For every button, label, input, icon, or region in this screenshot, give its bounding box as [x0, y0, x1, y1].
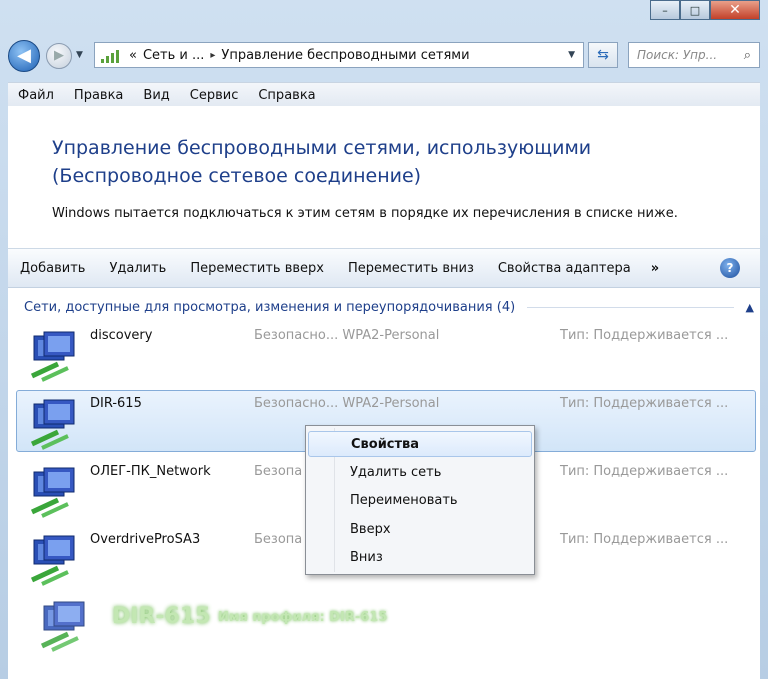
drag-ghost-name: DIR-615 [112, 604, 211, 629]
network-type: Тип: Поддерживается ... [560, 396, 729, 411]
back-button[interactable]: ◀ [8, 40, 40, 72]
breadcrumb-wireless[interactable]: Управление беспроводными сетями [221, 48, 469, 63]
recent-pages-dropdown-icon[interactable]: ▼ [76, 50, 83, 60]
wireless-network-icon [30, 467, 75, 518]
drag-ghost-item: DIR-615 Имя профиля: DIR-615 [8, 594, 760, 662]
caption-buttons: – □ ✕ [650, 0, 760, 22]
minimize-button[interactable]: – [650, 0, 680, 20]
network-security: Безопа [254, 464, 303, 479]
network-security: Безопасно... WPA2-Personal [254, 328, 440, 343]
maximize-button[interactable]: □ [680, 0, 710, 20]
network-security: Безопа [254, 532, 303, 547]
network-name: ОЛЕГ-ПК_Network [90, 464, 211, 479]
breadcrumb-prefix[interactable]: « [129, 48, 137, 63]
network-type: Тип: Поддерживается ... [560, 464, 729, 479]
context-rename[interactable]: Переименовать [308, 488, 532, 514]
page-description: Windows пытается подключаться к этим сет… [52, 206, 678, 221]
menu-edit[interactable]: Правка [64, 88, 133, 103]
wireless-network-icon [40, 601, 85, 652]
navigation-bar: ◀ ▶ ▼ « Сеть и ... ▸ Управление беспрово… [8, 38, 760, 72]
context-properties[interactable]: Свойства [308, 431, 532, 457]
wireless-network-icon [30, 331, 75, 382]
context-menu: Свойства Удалить сеть Переименовать Ввер… [305, 425, 535, 575]
refresh-button[interactable]: ⇆ [588, 42, 618, 68]
network-name: DIR-615 [90, 396, 142, 411]
network-row[interactable]: discovery Безопасно... WPA2-Personal Тип… [8, 320, 760, 388]
wireless-network-icon [30, 399, 75, 450]
context-move-down[interactable]: Вниз [308, 545, 532, 571]
address-bar[interactable]: « Сеть и ... ▸ Управление беспроводными … [94, 42, 584, 68]
add-button[interactable]: Добавить [8, 261, 97, 276]
network-type: Тип: Поддерживается ... [560, 328, 729, 343]
drag-ghost-subtitle: Имя профиля: DIR-615 [218, 610, 388, 625]
menu-tools[interactable]: Сервис [180, 88, 249, 103]
page-title: Управление беспроводными сетями, использ… [52, 137, 592, 187]
address-dropdown-icon[interactable]: ▼ [568, 50, 575, 60]
explorer-window: – □ ✕ ◀ ▶ ▼ « Сеть и ... ▸ Управление бе… [0, 0, 768, 679]
help-icon[interactable]: ? [720, 258, 740, 278]
breadcrumb-network[interactable]: Сеть и ... [143, 48, 204, 63]
menu-view[interactable]: Вид [133, 88, 179, 103]
adapter-properties-button[interactable]: Свойства адаптера [486, 261, 643, 276]
menu-help[interactable]: Справка [248, 88, 325, 103]
network-signal-icon [101, 47, 123, 63]
forward-button[interactable]: ▶ [46, 43, 72, 69]
search-placeholder: Поиск: Упр... [637, 48, 718, 62]
wireless-network-icon [30, 535, 75, 586]
menu-file[interactable]: Файл [8, 88, 64, 103]
move-up-button[interactable]: Переместить вверх [178, 261, 336, 276]
move-down-button[interactable]: Переместить вниз [336, 261, 486, 276]
command-toolbar: Добавить Удалить Переместить вверх Перем… [8, 248, 760, 288]
breadcrumb-separator-icon[interactable]: ▸ [210, 50, 215, 61]
search-input[interactable]: Поиск: Упр... ⌕ [628, 42, 760, 68]
more-commands-button[interactable]: » [643, 261, 667, 276]
network-name: discovery [90, 328, 153, 343]
context-delete-network[interactable]: Удалить сеть [308, 460, 532, 486]
group-divider [527, 307, 734, 308]
network-type: Тип: Поддерживается ... [560, 532, 729, 547]
network-name: OverdriveProSA3 [90, 532, 201, 547]
close-button[interactable]: ✕ [710, 0, 760, 20]
group-header-label: Сети, доступные для просмотра, изменения… [24, 300, 516, 315]
search-icon: ⌕ [743, 47, 751, 63]
remove-button[interactable]: Удалить [97, 261, 178, 276]
content-pane: Управление беспроводными сетями, использ… [8, 106, 760, 679]
network-group-header[interactable]: Сети, доступные для просмотра, изменения… [24, 300, 754, 315]
collapse-chevron-icon[interactable]: ▲ [746, 301, 754, 314]
menu-bar: Файл Правка Вид Сервис Справка [8, 82, 760, 107]
context-move-up[interactable]: Вверх [308, 517, 532, 543]
network-security: Безопасно... WPA2-Personal [254, 396, 440, 411]
